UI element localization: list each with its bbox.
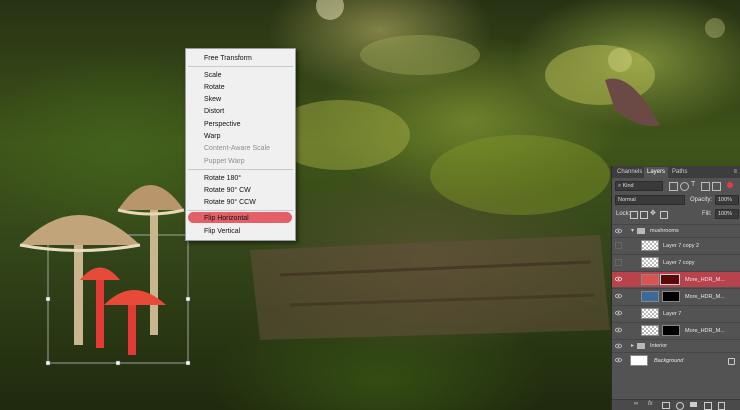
- layer-thumbnail: [641, 240, 659, 251]
- filter-row: ⌕ Kind T: [612, 180, 740, 192]
- filter-kind-select[interactable]: ⌕ Kind: [615, 181, 663, 191]
- panel-tab-bar: Channels Layers Paths ≡: [612, 166, 740, 178]
- tab-channels[interactable]: Channels: [614, 167, 645, 178]
- chevron-down-icon[interactable]: ▾: [631, 227, 634, 234]
- new-layer-icon[interactable]: [704, 402, 712, 410]
- opacity-label: Opacity:: [690, 197, 713, 203]
- lock-icon: [728, 358, 735, 365]
- menu-item-puppet-warp: Puppet Warp: [204, 158, 245, 165]
- layer-mask-thumbnail: [662, 325, 680, 336]
- visibility-box[interactable]: [615, 242, 622, 249]
- chevron-right-icon[interactable]: ▸: [631, 342, 634, 349]
- layer-item[interactable]: Layer 7 copy: [612, 254, 740, 270]
- layer-name: Background: [654, 358, 684, 364]
- opacity-field[interactable]: 100%: [715, 195, 739, 205]
- filter-smart-object-icon[interactable]: [712, 182, 721, 191]
- folder-icon: [637, 228, 645, 234]
- layer-thumbnail: [641, 291, 659, 302]
- layer-thumbnail: [641, 325, 659, 336]
- layer-item-background[interactable]: Background: [612, 352, 740, 368]
- menu-item-skew[interactable]: Skew: [204, 95, 221, 104]
- layer-thumbnail: [630, 355, 648, 366]
- eye-icon[interactable]: [615, 343, 622, 349]
- layer-name: More_HDR_M...: [685, 328, 725, 334]
- layer-group-mushrooms[interactable]: ▾ mushrooms: [612, 224, 740, 236]
- filter-pixel-icon[interactable]: [669, 182, 678, 191]
- visibility-box[interactable]: [615, 259, 622, 266]
- layer-item[interactable]: More_HDR_M...: [612, 322, 740, 338]
- menu-separator: [188, 169, 293, 170]
- blend-mode-label: Normal: [618, 197, 636, 203]
- eye-icon[interactable]: [615, 357, 622, 363]
- layer-mask-thumbnail: [660, 274, 680, 285]
- layer-thumbnail: [641, 274, 659, 285]
- menu-separator: [188, 210, 293, 211]
- layer-name: Interior: [650, 343, 668, 349]
- new-group-icon[interactable]: [690, 402, 697, 407]
- transform-context-menu: Free Transform Scale Rotate Skew Distort…: [185, 48, 296, 241]
- layer-name: Layer 7 copy: [663, 260, 695, 266]
- menu-item-flip-vertical[interactable]: Flip Vertical: [204, 227, 240, 236]
- menu-separator: [188, 66, 293, 67]
- layer-name: More_HDR_M...: [685, 294, 725, 300]
- layer-name: Layer 7: [663, 311, 682, 317]
- folder-icon: [637, 343, 645, 349]
- panel-menu-icon[interactable]: ≡: [733, 169, 737, 175]
- layer-item[interactable]: More_HDR_M...: [612, 288, 740, 304]
- trash-icon[interactable]: [718, 402, 725, 410]
- link-layers-icon[interactable]: ∞: [634, 401, 638, 407]
- lock-all-icon[interactable]: [660, 211, 668, 219]
- layer-name: Layer 7 copy 2: [663, 243, 700, 249]
- layer-group-interior[interactable]: ▸ Interior: [612, 339, 740, 351]
- menu-item-content-aware-scale: Content-Aware Scale: [204, 145, 271, 152]
- menu-item-perspective[interactable]: Perspective: [204, 120, 241, 129]
- menu-item-rotate-90-ccw[interactable]: Rotate 90° CCW: [204, 198, 256, 207]
- filter-adjustment-icon[interactable]: [680, 182, 689, 191]
- lock-position-icon[interactable]: ✥: [650, 209, 656, 217]
- lock-transparent-icon[interactable]: [630, 211, 638, 219]
- menu-item-warp[interactable]: Warp: [204, 132, 220, 141]
- tab-paths[interactable]: Paths: [669, 167, 690, 178]
- add-mask-icon[interactable]: [662, 402, 670, 409]
- menu-item-rotate-180[interactable]: Rotate 180°: [204, 174, 241, 183]
- menu-item-rotate[interactable]: Rotate: [204, 83, 225, 92]
- fill-field[interactable]: 100%: [715, 209, 739, 219]
- layer-thumbnail: [641, 257, 659, 268]
- eye-icon[interactable]: [615, 228, 622, 234]
- filter-shape-icon[interactable]: [701, 182, 710, 191]
- layers-bottom-toolbar: ∞ fx: [612, 399, 740, 410]
- layer-item[interactable]: Layer 7 copy 2: [612, 237, 740, 253]
- menu-item-distort[interactable]: Distort: [204, 107, 224, 116]
- menu-item-flip-horizontal[interactable]: Flip Horizontal: [204, 214, 249, 223]
- layers-panel: Channels Layers Paths ≡ ⌕ Kind T Normal …: [611, 166, 740, 410]
- blend-mode-select[interactable]: Normal: [615, 195, 685, 205]
- layer-thumbnail: [641, 308, 659, 319]
- eye-icon[interactable]: [615, 293, 622, 299]
- menu-item-scale[interactable]: Scale: [204, 71, 222, 80]
- filter-type-icon[interactable]: T: [691, 181, 695, 188]
- filter-toggle-icon[interactable]: [727, 182, 733, 188]
- layer-name: More_HDR_M...: [685, 277, 725, 283]
- layer-style-icon[interactable]: fx: [648, 401, 653, 407]
- adjustment-layer-icon[interactable]: [676, 402, 684, 410]
- filter-kind-label: Kind: [622, 183, 634, 189]
- lock-label: Lock:: [616, 211, 631, 217]
- layer-mask-thumbnail: [662, 291, 680, 302]
- eye-icon[interactable]: [615, 327, 622, 333]
- eye-icon[interactable]: [615, 310, 622, 316]
- blend-row: Normal Opacity: 100%: [612, 194, 740, 206]
- opacity-value: 100%: [718, 197, 733, 203]
- menu-item-rotate-90-cw[interactable]: Rotate 90° CW: [204, 186, 251, 195]
- lock-row: Lock: ✥ Fill: 100%: [612, 208, 740, 220]
- fill-value: 100%: [718, 211, 733, 217]
- layer-name: mushrooms: [650, 228, 679, 234]
- fill-label: Fill:: [702, 211, 712, 217]
- layer-item-selected[interactable]: More_HDR_M...: [612, 271, 740, 287]
- layer-item[interactable]: Layer 7: [612, 305, 740, 321]
- eye-icon[interactable]: [615, 276, 622, 282]
- menu-item-free-transform[interactable]: Free Transform: [204, 54, 252, 63]
- tab-layers[interactable]: Layers: [644, 167, 669, 178]
- lock-pixels-icon[interactable]: [640, 211, 648, 219]
